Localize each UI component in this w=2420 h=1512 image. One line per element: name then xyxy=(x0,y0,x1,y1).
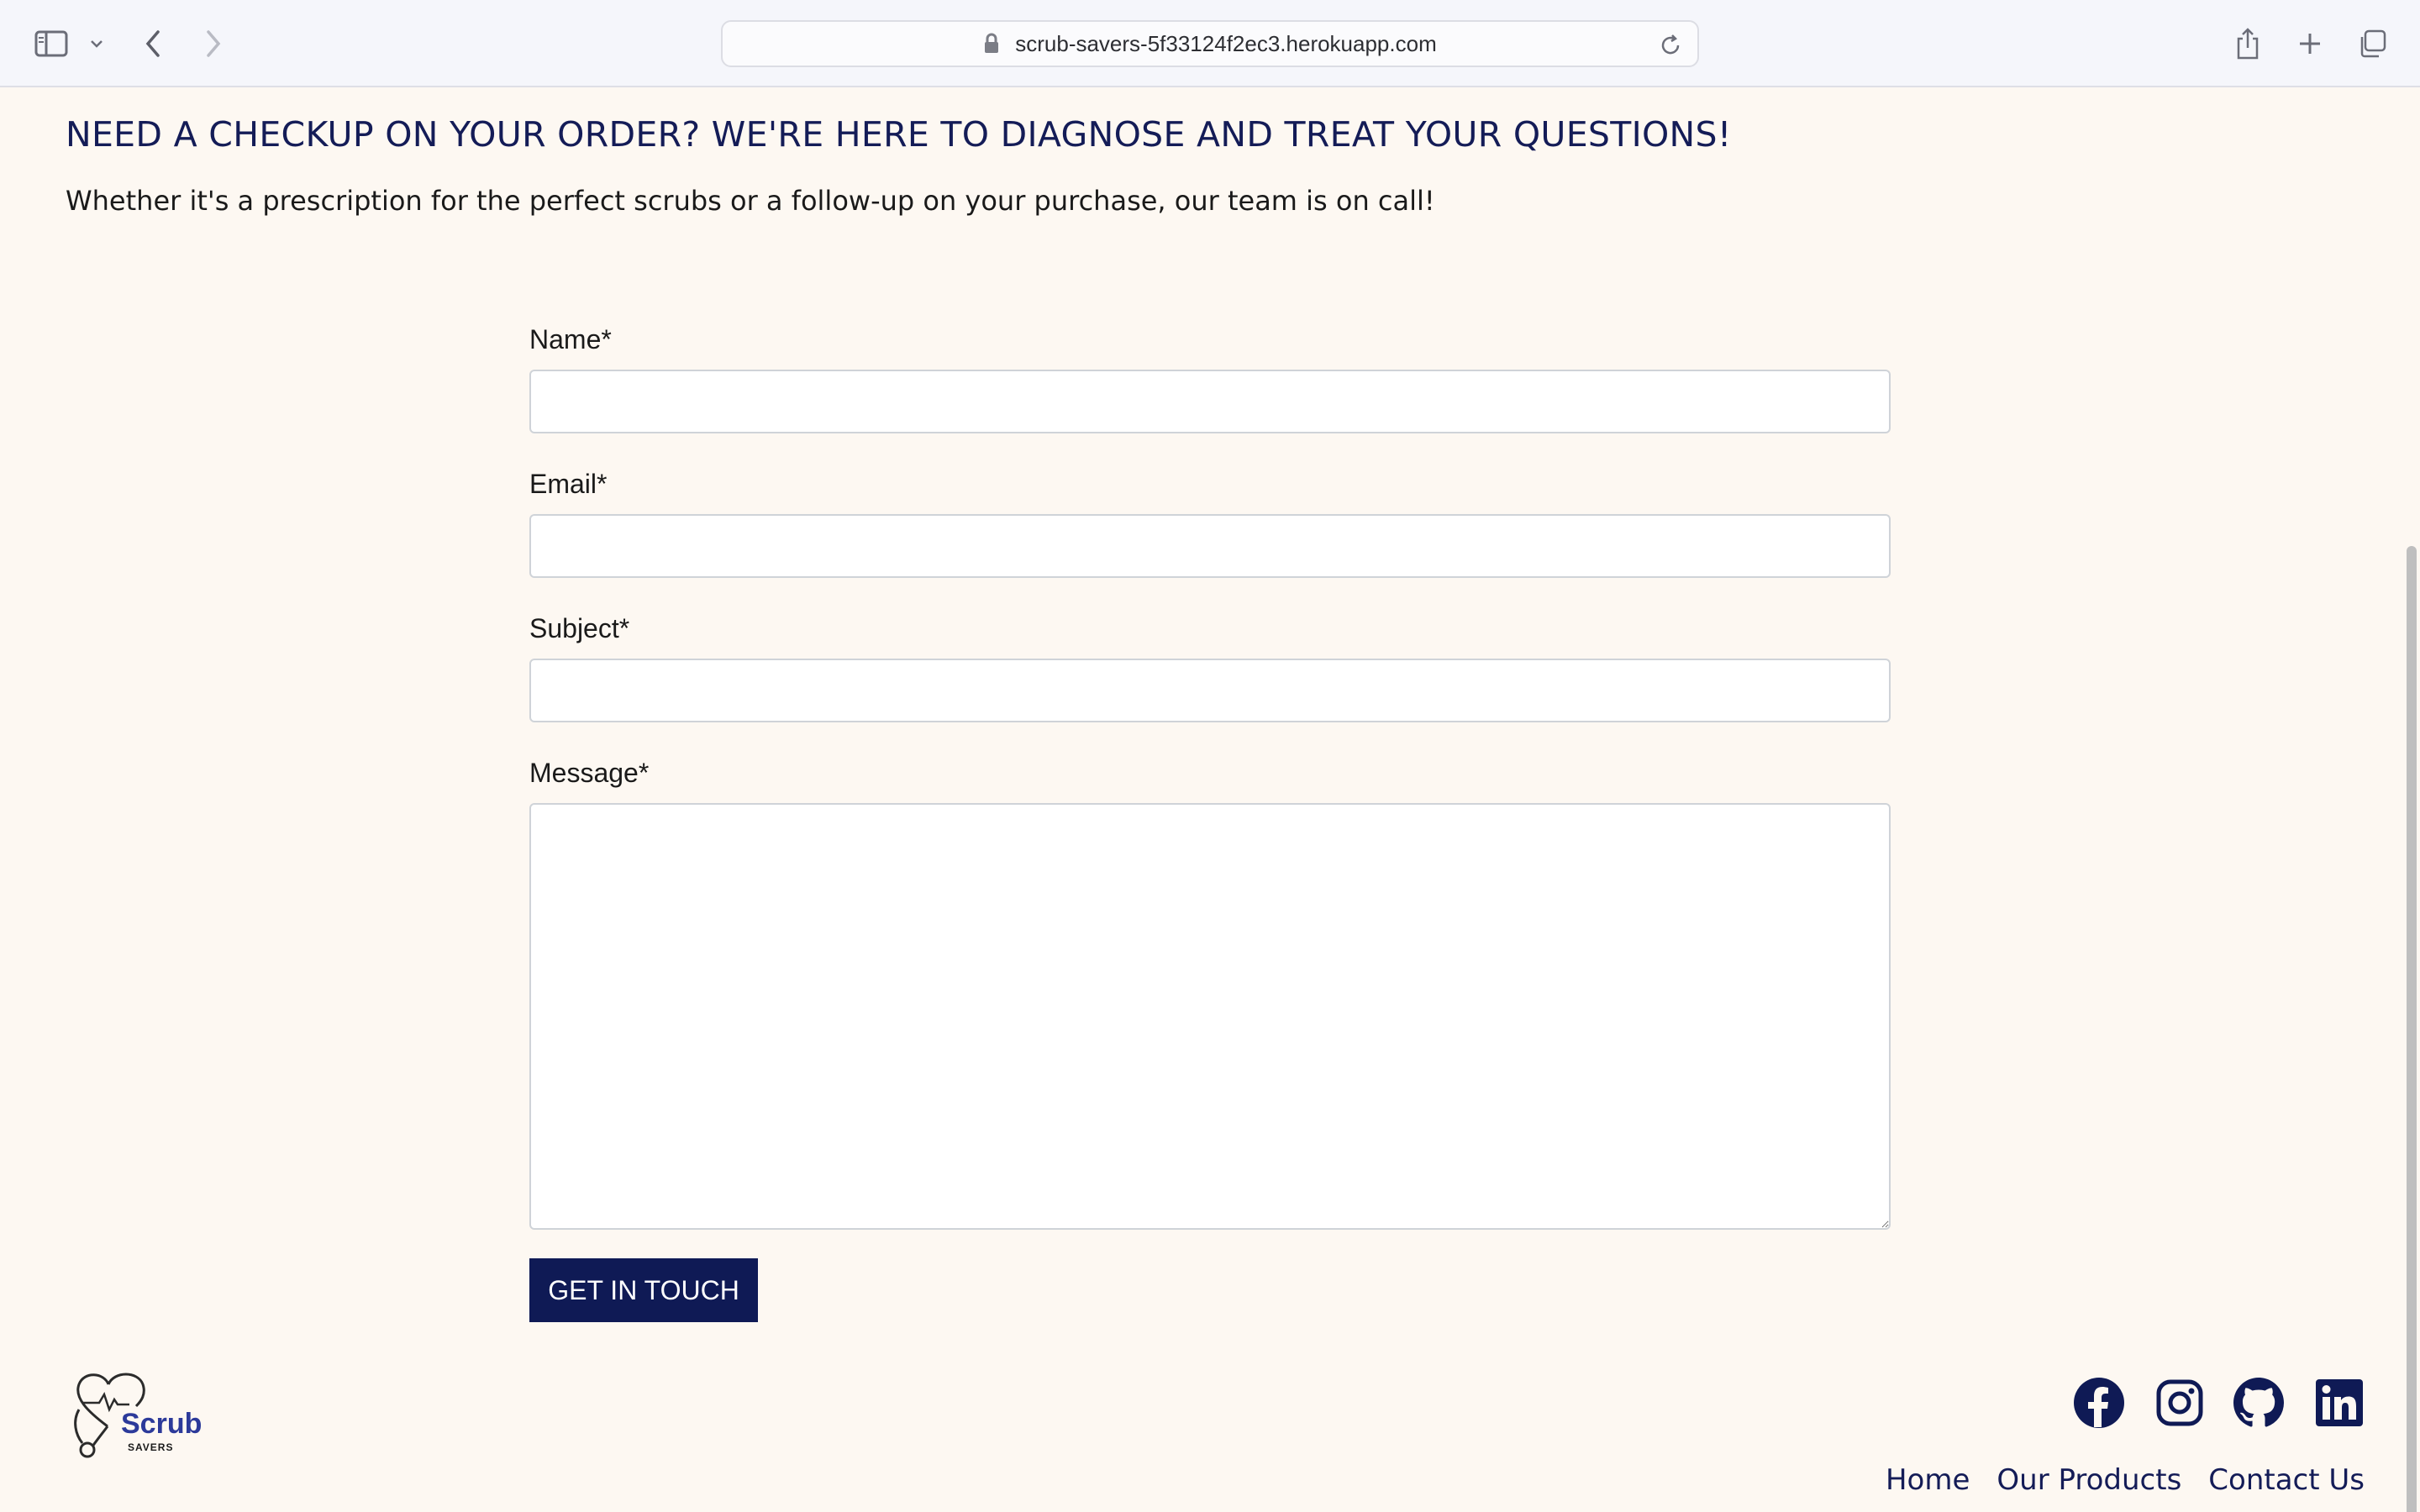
plus-icon xyxy=(2300,34,2320,54)
name-label: Name* xyxy=(529,324,612,354)
back-button[interactable] xyxy=(134,22,171,66)
forward-arrow-icon xyxy=(207,30,221,57)
scrub-savers-logo[interactable]: Scrub SAVERS xyxy=(71,1368,205,1460)
sidebar-toggle-button[interactable] xyxy=(30,22,72,66)
lock-icon xyxy=(983,31,1007,56)
linkedin-icon xyxy=(2316,1379,2363,1426)
share-button[interactable] xyxy=(2227,22,2269,66)
url-text: scrub-savers-5f33124f2ec3.herokuapp.com xyxy=(1015,30,1437,56)
get-in-touch-button[interactable]: GET IN TOUCH xyxy=(529,1258,758,1322)
tabs-icon xyxy=(2360,29,2386,58)
facebook-icon xyxy=(2074,1378,2124,1428)
scrollbar[interactable] xyxy=(2402,87,2420,1512)
message-label: Message* xyxy=(529,758,650,788)
logo-subtext: SAVERS xyxy=(128,1441,174,1453)
tab-overview-button[interactable] xyxy=(2351,22,2393,66)
scrollbar-thumb[interactable] xyxy=(2407,546,2417,1512)
logo-text: Scrub xyxy=(121,1408,203,1440)
share-icon xyxy=(2237,28,2259,60)
subject-input[interactable] xyxy=(529,659,1891,722)
name-input[interactable] xyxy=(529,370,1891,433)
email-input[interactable] xyxy=(529,514,1891,578)
github-icon xyxy=(2233,1378,2284,1427)
instagram-icon xyxy=(2156,1379,2203,1426)
subject-label: Subject* xyxy=(529,613,630,643)
chevron-down-icon xyxy=(91,40,103,48)
footer-nav: Home Our Products Contact Us xyxy=(1886,1463,2365,1497)
sidebar-icon xyxy=(34,30,68,57)
address-bar[interactable]: scrub-savers-5f33124f2ec3.herokuapp.com xyxy=(721,20,1699,67)
sidebar-menu-button[interactable] xyxy=(84,22,109,66)
page-subtext: Whether it's a prescription for the perf… xyxy=(66,185,1435,217)
footer-link-contact-us[interactable]: Contact Us xyxy=(2208,1463,2365,1497)
contact-form: Name* Email* Subject* Message* xyxy=(529,319,1891,1230)
facebook-link[interactable] xyxy=(2072,1376,2126,1430)
forward-button[interactable] xyxy=(195,22,232,66)
reload-icon[interactable] xyxy=(1657,32,1684,59)
instagram-link[interactable] xyxy=(2153,1376,2207,1430)
new-tab-button[interactable] xyxy=(2289,22,2331,66)
message-textarea[interactable] xyxy=(529,803,1891,1230)
footer-link-home[interactable]: Home xyxy=(1886,1463,1970,1497)
browser-toolbar: scrub-savers-5f33124f2ec3.herokuapp.com xyxy=(0,0,2420,87)
back-arrow-icon xyxy=(145,30,160,57)
page-heading: NEED A CHECKUP ON YOUR ORDER? WE'RE HERE… xyxy=(66,114,1732,155)
github-link[interactable] xyxy=(2232,1376,2286,1430)
email-label: Email* xyxy=(529,469,608,499)
footer-link-our-products[interactable]: Our Products xyxy=(1996,1463,2181,1497)
linkedin-link[interactable] xyxy=(2312,1376,2366,1430)
